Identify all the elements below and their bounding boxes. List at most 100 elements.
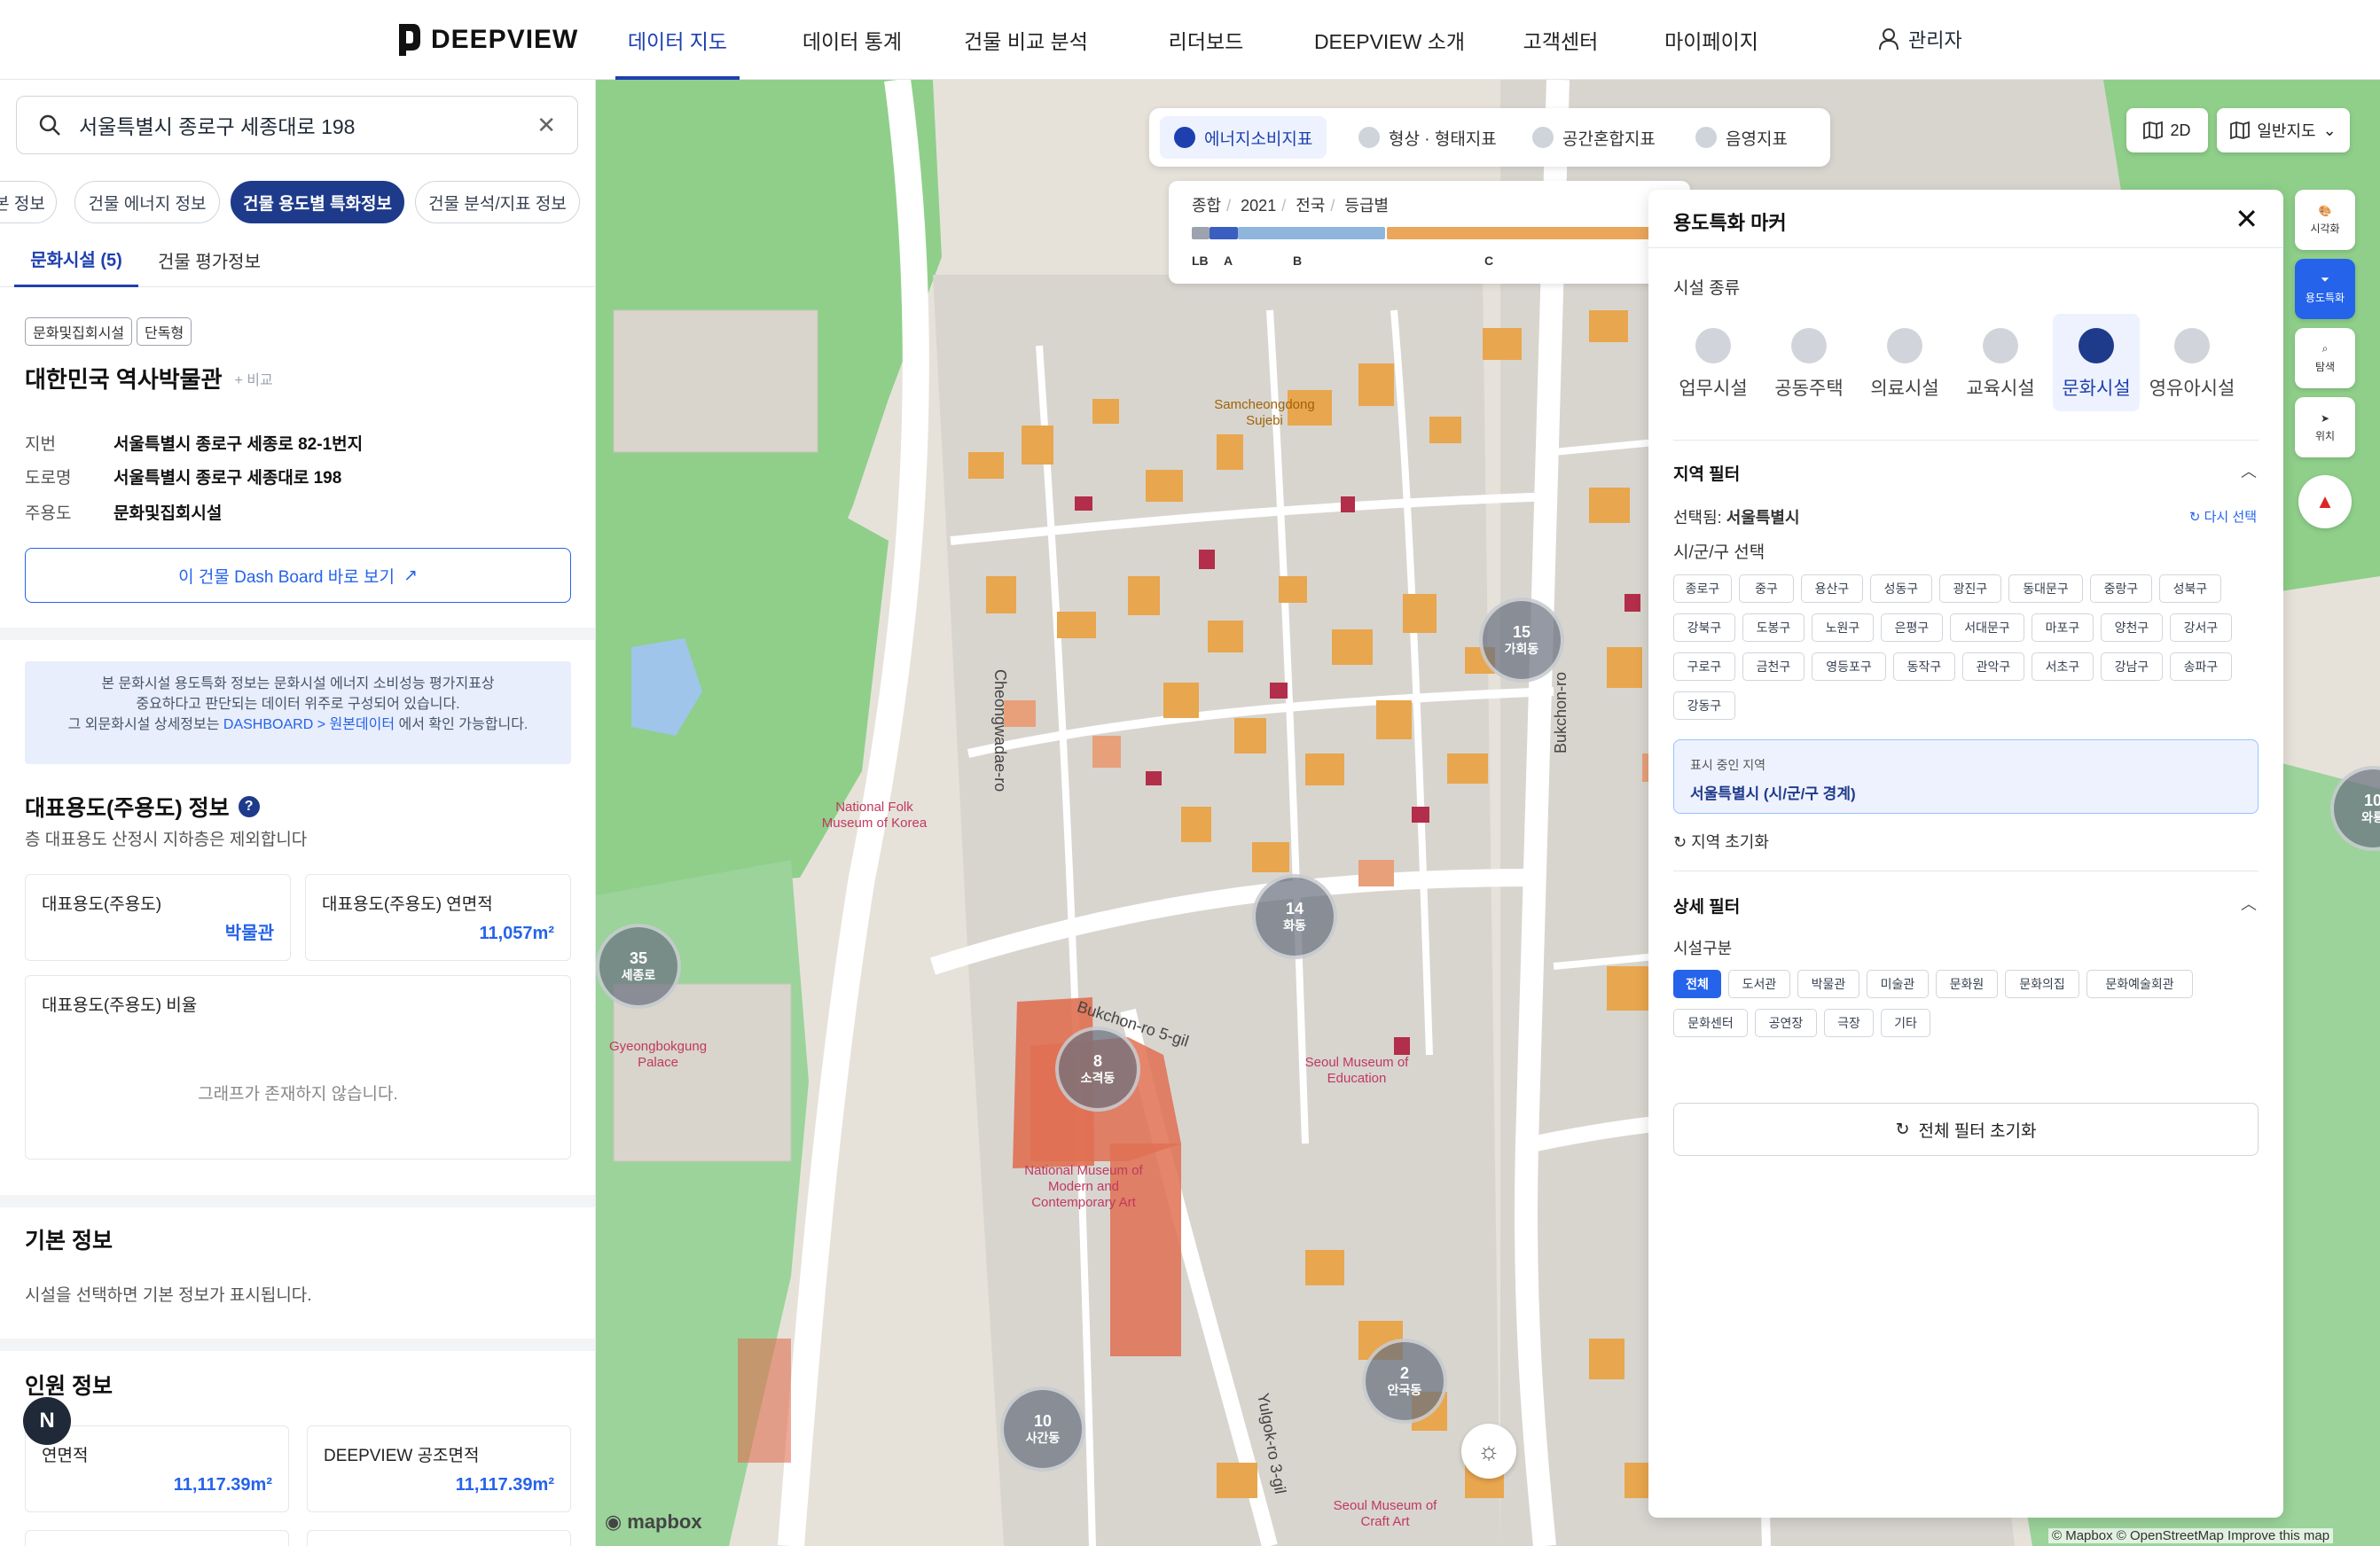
- tab-use-specific-info[interactable]: 건물 용도별 특화정보: [231, 181, 404, 223]
- tab-basic-info[interactable]: 본 정보: [0, 181, 57, 223]
- district-chip[interactable]: 관악구: [1962, 652, 2024, 681]
- district-chip[interactable]: 동대문구: [2008, 574, 2083, 603]
- class-chip[interactable]: 박물관: [1797, 970, 1859, 998]
- cluster-marker[interactable]: 15 가회동: [1479, 597, 1564, 683]
- office-icon: [1695, 328, 1731, 363]
- district-chip[interactable]: 서초구: [2032, 652, 2094, 681]
- subtab-culture[interactable]: 문화시설 (5): [14, 232, 138, 287]
- mapbox-logo[interactable]: ◉ mapbox: [605, 1511, 702, 1534]
- tab-energy-info[interactable]: 건물 에너지 정보: [74, 181, 220, 223]
- district-chip[interactable]: 구로구: [1673, 652, 1735, 681]
- cluster-marker[interactable]: 10 사간동: [1000, 1386, 1085, 1472]
- explore-button[interactable]: ⌕ 탐색: [2295, 328, 2355, 388]
- district-chip[interactable]: 용산구: [1801, 574, 1863, 603]
- nav-leaderboard[interactable]: 리더보드: [1153, 0, 1259, 80]
- tab-shape-indicator[interactable]: 형상 · 형태지표: [1344, 116, 1511, 159]
- view-2d-button[interactable]: 2D: [2126, 108, 2208, 152]
- chevron-up-icon[interactable]: ︿: [2241, 892, 2257, 915]
- district-chip[interactable]: 중구: [1739, 574, 1794, 603]
- dashboard-button[interactable]: 이 건물 Dash Board 바로 보기 ↗: [25, 548, 571, 603]
- tab-shadow-indicator[interactable]: 음영지표: [1681, 116, 1802, 159]
- detail-value: 서울특별시 종로구 세종대로 198: [114, 469, 342, 488]
- class-chip[interactable]: 전체: [1673, 970, 1721, 998]
- nav-deepview-about[interactable]: DEEPVIEW 소개: [1305, 0, 1474, 80]
- tab-energy-indicator[interactable]: 에너지소비지표: [1160, 116, 1327, 159]
- map-type-select[interactable]: 일반지도 ⌄: [2217, 108, 2350, 152]
- district-chip[interactable]: 양천구: [2101, 613, 2163, 642]
- district-chip[interactable]: 서대문구: [1950, 613, 2024, 642]
- close-icon[interactable]: ✕: [2235, 202, 2259, 236]
- dashboard-raw-link[interactable]: DASHBOARD > 원본데이터: [223, 717, 395, 732]
- class-chip[interactable]: 극장: [1824, 1009, 1874, 1037]
- district-chip[interactable]: 강남구: [2101, 652, 2163, 681]
- nav-data-map[interactable]: 데이터 지도: [615, 0, 740, 80]
- district-chip[interactable]: 성북구: [2159, 574, 2221, 603]
- nav-mypage[interactable]: 마이페이지: [1649, 0, 1773, 80]
- region-reset-button[interactable]: ↻ 지역 초기화: [1673, 830, 1769, 853]
- cluster-marker[interactable]: 35 세종로: [596, 924, 681, 1009]
- facility-education[interactable]: 교육시설: [1957, 314, 2044, 411]
- district-chip[interactable]: 노원구: [1812, 613, 1874, 642]
- district-chip[interactable]: 송파구: [2170, 652, 2232, 681]
- district-chip[interactable]: 광진구: [1939, 574, 2001, 603]
- compass-icon[interactable]: ▲: [2298, 475, 2352, 528]
- district-chip[interactable]: 도봉구: [1742, 613, 1805, 642]
- class-chip[interactable]: 문화센터: [1673, 1009, 1748, 1037]
- class-chip[interactable]: 도서관: [1728, 970, 1790, 998]
- class-chip[interactable]: 기타: [1881, 1009, 1930, 1037]
- district-chip[interactable]: 은평구: [1881, 613, 1943, 642]
- district-chip[interactable]: 종로구: [1673, 574, 1732, 603]
- use-specific-button[interactable]: ⏷ 용도특화: [2295, 259, 2355, 319]
- facility-office[interactable]: 업무시설: [1670, 314, 1757, 411]
- detail-row: 지번 서울특별시 종로구 세종로 82-1번지: [25, 431, 363, 455]
- clear-search-icon[interactable]: ✕: [536, 112, 556, 139]
- cluster-marker[interactable]: 14 화동: [1252, 874, 1337, 959]
- class-chip[interactable]: 문화의집: [2005, 970, 2079, 998]
- facility-medical[interactable]: 의료시설: [1861, 314, 1948, 411]
- floating-n-button[interactable]: N: [23, 1397, 71, 1445]
- deepview-logo[interactable]: DEEPVIEW: [395, 20, 578, 60]
- district-chip[interactable]: 강서구: [2170, 613, 2232, 642]
- search-input[interactable]: 서울특별시 종로구 세종대로 198: [79, 110, 355, 140]
- cluster-marker[interactable]: 8 소격동: [1055, 1027, 1140, 1112]
- district-chip[interactable]: 강동구: [1673, 691, 1735, 720]
- tab-space-mix-indicator[interactable]: 공간혼합지표: [1518, 116, 1670, 159]
- nav-data-stats[interactable]: 데이터 통계: [786, 0, 919, 80]
- reset-all-filters-button[interactable]: ↻ 전체 필터 초기화: [1673, 1103, 2259, 1156]
- facility-apartment[interactable]: 공동주택: [1765, 314, 1852, 411]
- visualize-button[interactable]: 🎨 시각화: [2295, 190, 2355, 250]
- class-chip[interactable]: 문화예술회관: [2086, 970, 2193, 998]
- district-chip[interactable]: 마포구: [2032, 613, 2094, 642]
- district-chip[interactable]: 성동구: [1870, 574, 1932, 603]
- main-use-title-text: 대표용도(주용도) 정보: [25, 796, 230, 821]
- chevron-up-icon[interactable]: ︿: [2241, 459, 2257, 482]
- user-menu[interactable]: 관리자: [1878, 25, 1962, 53]
- district-chip[interactable]: 금천구: [1742, 652, 1805, 681]
- view-2d-label: 2D: [2170, 121, 2191, 139]
- district-chip[interactable]: 중랑구: [2090, 574, 2152, 603]
- location-button[interactable]: ➤ 위치: [2295, 397, 2355, 457]
- nav-building-compare[interactable]: 건물 비교 분석: [942, 0, 1110, 80]
- nav-customer-center[interactable]: 고객센터: [1507, 0, 1614, 80]
- tab-label: 공간혼합지표: [1562, 129, 1656, 149]
- subtab-evaluation[interactable]: 건물 평가정보: [151, 232, 268, 287]
- district-chip[interactable]: 강북구: [1673, 613, 1735, 642]
- tab-analysis-info[interactable]: 건물 분석/지표 정보: [415, 181, 580, 223]
- reselect-button[interactable]: ↻ 다시 선택: [2189, 507, 2257, 526]
- class-chip[interactable]: 문화원: [1936, 970, 1998, 998]
- sun-icon[interactable]: ☼: [1461, 1424, 1516, 1479]
- district-chip[interactable]: 동작구: [1893, 652, 1955, 681]
- main-use-title: 대표용도(주용도) 정보 ?: [25, 791, 260, 823]
- facility-culture[interactable]: 문화시설: [2053, 314, 2140, 411]
- panel-header: 용도특화 마커 ✕: [1648, 190, 2283, 248]
- help-icon[interactable]: ?: [238, 796, 260, 817]
- facility-label: 업무시설: [1679, 379, 1748, 399]
- facility-childcare[interactable]: 영유아시설: [2149, 314, 2235, 411]
- cluster-marker[interactable]: 2 안국동: [1362, 1339, 1447, 1424]
- class-chip[interactable]: 미술관: [1867, 970, 1929, 998]
- district-chip[interactable]: 영등포구: [1812, 652, 1886, 681]
- compare-button[interactable]: + 비교: [235, 368, 273, 389]
- class-chip[interactable]: 공연장: [1755, 1009, 1817, 1037]
- map-attribution[interactable]: © Mapbox © OpenStreetMap Improve this ma…: [2048, 1528, 2334, 1543]
- address-search[interactable]: 서울특별시 종로구 세종대로 198 ✕: [16, 96, 578, 154]
